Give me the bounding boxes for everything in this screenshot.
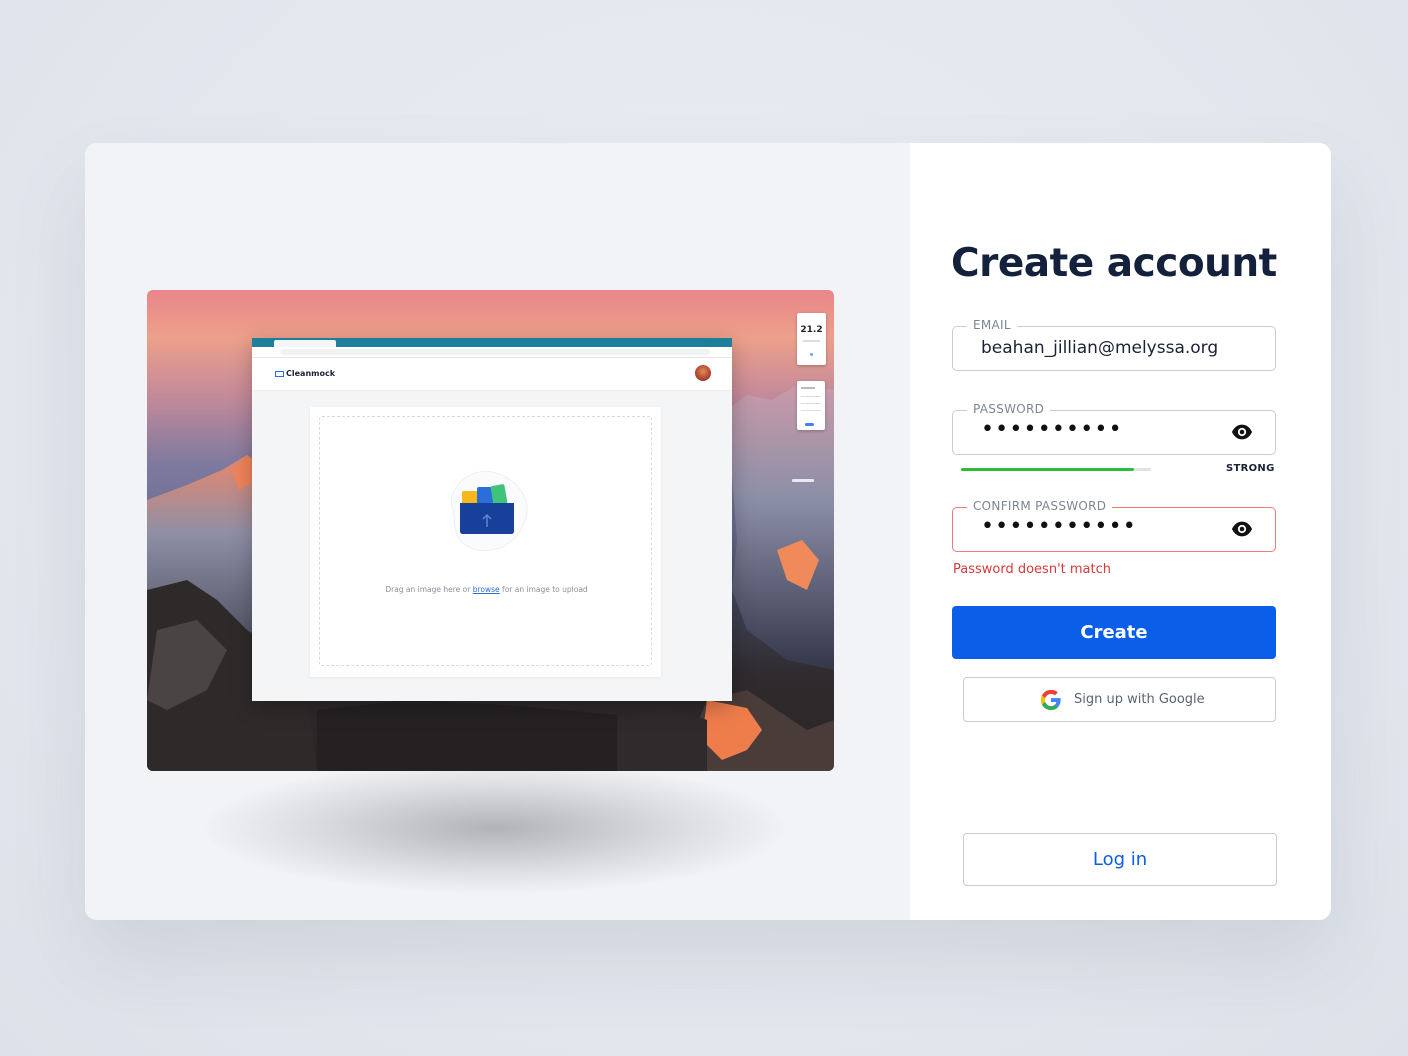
email-label: EMAIL [967,318,1017,332]
email-input[interactable]: beahan_jillian@melyssa.org [981,338,1218,358]
mock-upload-card: Drag an image here or browse for an imag… [310,407,661,677]
mock-upload-instructions: Drag an image here or browse for an imag… [385,585,588,594]
password-field[interactable]: PASSWORD •••••••••• [952,402,1276,455]
eye-icon[interactable] [1231,423,1253,441]
preview-shadow [205,763,785,893]
login-button[interactable]: Log in [963,833,1277,886]
preview-panel: Cleanmock Drag an image here or browse f… [85,143,910,920]
create-button[interactable]: Create [952,606,1276,659]
mock-widget-list [797,381,825,430]
mock-widget-stat: 21.2 [797,313,826,365]
mock-tab-bar [252,338,732,355]
mock-browse-link: browse [472,585,500,594]
mock-app-header: Cleanmock [252,358,732,391]
mock-browser-tab [274,340,336,347]
cleanmock-logo: Cleanmock [275,369,335,378]
password-strength-bar [961,468,1151,471]
mock-dropzone: Drag an image here or browse for an imag… [319,416,652,666]
confirm-password-label: CONFIRM PASSWORD [967,499,1113,513]
confirm-password-input[interactable]: ••••••••••• [981,516,1137,538]
google-signup-label: Sign up with Google [1074,692,1205,707]
password-strength-label: STRONG [1226,463,1275,474]
mock-address-bar [252,347,732,358]
page-title: Create account [951,241,1277,286]
password-strength-fill [961,468,1134,471]
preview-image: Cleanmock Drag an image here or browse f… [147,290,834,771]
mock-url-field [280,349,710,355]
confirm-password-field[interactable]: CONFIRM PASSWORD ••••••••••• [952,499,1276,552]
browser-mockup: Cleanmock Drag an image here or browse f… [252,338,732,701]
password-label: PASSWORD [967,402,1051,416]
mock-widget-value: 21.2 [800,325,823,335]
folder-upload-icon [450,470,528,551]
google-icon [1040,689,1061,711]
password-mismatch-error: Password doesn't match [953,562,1111,577]
signup-form-panel: Create account EMAIL beahan_jillian@mely… [910,143,1331,920]
google-signup-button[interactable]: Sign up with Google [963,677,1276,722]
signup-card: Cleanmock Drag an image here or browse f… [85,143,1331,920]
eye-icon[interactable] [1231,520,1253,538]
mock-brand-name: Cleanmock [286,369,336,378]
email-field[interactable]: EMAIL beahan_jillian@melyssa.org [952,318,1276,371]
cleanmock-logo-icon [275,371,284,377]
mock-avatar [695,365,711,381]
password-input[interactable]: •••••••••• [981,419,1123,441]
mock-widget-bar [792,479,814,482]
